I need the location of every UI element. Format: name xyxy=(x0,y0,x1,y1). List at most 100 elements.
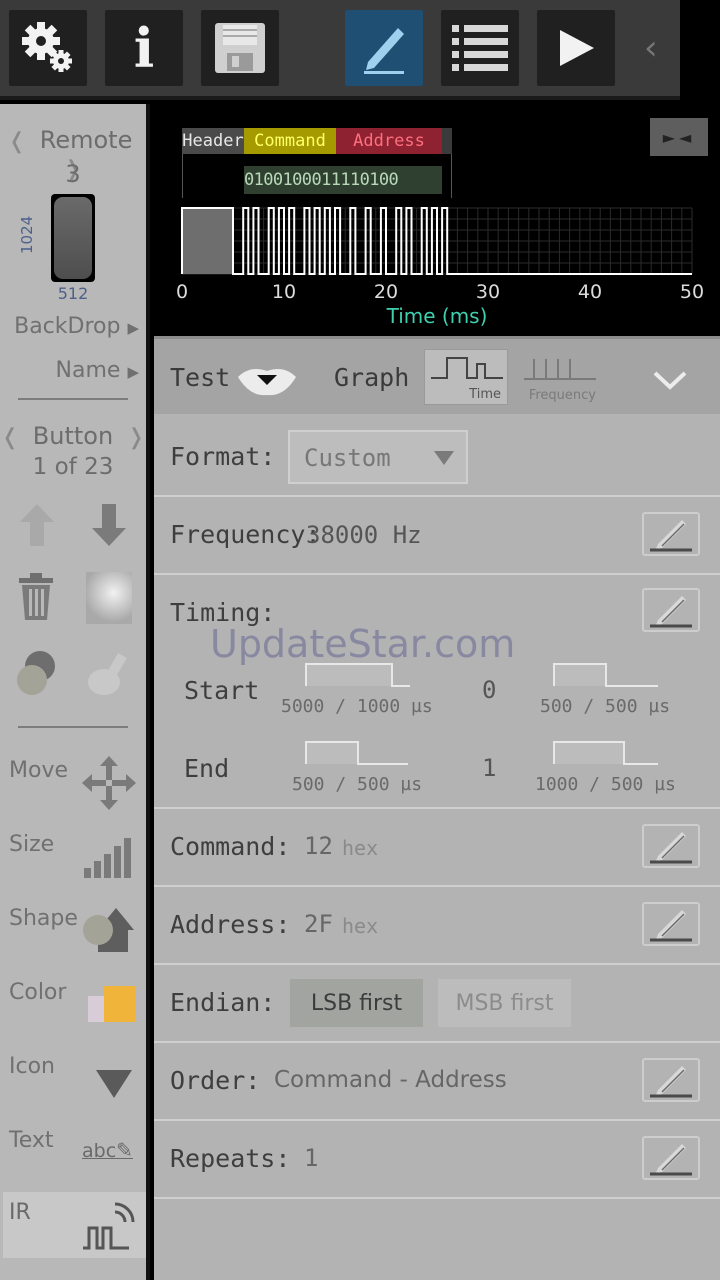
prev-button-icon[interactable]: ❬ xyxy=(1,425,19,450)
address-label: Address: xyxy=(170,910,291,939)
more-chevron-icon[interactable]: ‹ xyxy=(644,28,658,68)
name-menu[interactable]: Name ▶ xyxy=(9,358,139,383)
edit-timing-button[interactable] xyxy=(642,588,700,632)
divider xyxy=(154,1041,720,1043)
waveform: 0 10 20 30 40 50 xyxy=(176,207,704,303)
settings-button[interactable] xyxy=(9,10,87,86)
edit-repeats-button[interactable] xyxy=(642,1136,700,1180)
sidebar: ❬ Remote ❭ 3 1024 512 BackDrop ▶ Name ▶ … xyxy=(0,104,150,1280)
pencil-icon xyxy=(650,596,692,628)
trash-icon[interactable] xyxy=(16,572,56,622)
ir-signal-icon xyxy=(83,1202,135,1250)
list-button[interactable] xyxy=(441,10,519,86)
start-mark-pulse xyxy=(305,663,410,687)
size-bars-icon[interactable] xyxy=(82,836,134,880)
tool-ir[interactable]: IR xyxy=(3,1192,146,1258)
format-select[interactable]: Custom xyxy=(288,430,468,484)
tool-move-label: Move xyxy=(9,758,68,783)
frequency-bars-icon xyxy=(524,359,596,380)
start-bit: 0 xyxy=(482,676,497,704)
remote-preview[interactable] xyxy=(51,194,95,282)
address-unit: hex xyxy=(342,914,379,938)
ir-waveform-graph: Header Command Address 0100100011110100 … xyxy=(154,104,720,336)
lsb-first-label: LSB first xyxy=(310,990,403,1016)
backdrop-label: BackDrop xyxy=(14,314,121,339)
move-up-icon[interactable] xyxy=(18,502,56,548)
repeats-label: Repeats: xyxy=(170,1144,291,1173)
pencil-icon xyxy=(364,28,404,74)
tool-size-label: Size xyxy=(9,832,55,857)
end-space-pulse xyxy=(553,741,658,765)
command-unit: hex xyxy=(342,836,379,860)
color-palette-icon[interactable] xyxy=(86,982,138,1026)
edit-button[interactable] xyxy=(345,10,423,86)
msb-first-button[interactable]: MSB first xyxy=(438,979,571,1027)
divider xyxy=(18,398,128,400)
brush-icon[interactable] xyxy=(84,648,134,700)
address-value: 2F xyxy=(304,910,333,938)
x-axis-label: Time (ms) xyxy=(386,304,488,328)
divider xyxy=(154,1197,720,1199)
tool-ir-label: IR xyxy=(9,1200,31,1225)
divider xyxy=(154,1119,720,1121)
triangle-right-icon: ▶ xyxy=(127,363,139,381)
frequency-label: Frequency xyxy=(528,388,596,403)
height-dimension: 1024 xyxy=(18,215,36,254)
frequency-value: 38000 Hz xyxy=(306,521,422,549)
repeats-value: 1 xyxy=(304,1144,319,1172)
save-icon xyxy=(215,23,265,73)
x-tick-label: 10 xyxy=(272,281,296,303)
order-label: Order: xyxy=(170,1066,261,1095)
move-down-icon[interactable] xyxy=(90,502,128,548)
divider xyxy=(154,963,720,965)
next-button-icon[interactable]: ❭ xyxy=(127,425,145,450)
header-pulse xyxy=(182,208,233,274)
lsb-first-button[interactable]: LSB first xyxy=(290,979,423,1027)
divider xyxy=(18,726,128,728)
divider xyxy=(154,495,720,497)
view-tabs: Test Graph Time Frequency xyxy=(154,336,720,414)
name-label: Name xyxy=(55,358,121,383)
tool-icon-label: Icon xyxy=(9,1054,55,1079)
play-button[interactable] xyxy=(537,10,615,86)
frequency-field-label: Frequency: xyxy=(170,520,321,549)
button-selector[interactable]: ❬ Button ❭ xyxy=(0,422,146,450)
image-icon[interactable] xyxy=(86,572,132,624)
save-button[interactable] xyxy=(201,10,279,86)
text-abc-icon[interactable]: abc✎ xyxy=(82,1138,133,1162)
list-icon xyxy=(452,25,508,71)
command-value: 12 xyxy=(304,832,333,860)
format-value: Custom xyxy=(304,444,391,472)
shape-order-icon[interactable] xyxy=(14,648,60,698)
edit-address-button[interactable] xyxy=(642,902,700,946)
shapes-icon[interactable] xyxy=(80,904,136,958)
prev-remote-icon[interactable]: ❬ xyxy=(8,129,26,154)
tab-test[interactable]: Test xyxy=(170,363,230,392)
start-space-value: 500 / 500 µs xyxy=(540,696,671,717)
tool-text-label: Text xyxy=(9,1128,54,1153)
end-bit: 1 xyxy=(482,754,497,782)
tab-graph[interactable]: Graph xyxy=(334,363,409,392)
time-view-button[interactable]: Time xyxy=(424,349,508,405)
move-arrows-icon[interactable] xyxy=(80,754,138,812)
format-label: Format: xyxy=(170,442,276,471)
button-count: 1 of 23 xyxy=(32,454,114,480)
edit-order-button[interactable] xyxy=(642,1058,700,1102)
triangle-down-icon[interactable] xyxy=(94,1066,134,1100)
edit-command-button[interactable] xyxy=(642,824,700,868)
chevron-down-icon[interactable] xyxy=(652,369,688,391)
end-space-value: 1000 / 500 µs xyxy=(535,774,676,795)
x-tick-label: 40 xyxy=(578,281,602,303)
triangle-right-icon: ▶ xyxy=(127,319,139,337)
remote-label: Remote xyxy=(39,126,133,154)
end-label: End xyxy=(184,754,230,783)
edit-frequency-button[interactable] xyxy=(642,512,700,556)
test-mouth-icon[interactable] xyxy=(236,361,298,401)
endian-label: Endian: xyxy=(170,988,276,1017)
end-mark-pulse xyxy=(305,741,408,765)
frequency-view-button[interactable]: Frequency xyxy=(518,349,602,405)
start-space-pulse xyxy=(553,663,658,687)
info-button[interactable]: i xyxy=(105,10,183,86)
backdrop-menu[interactable]: BackDrop ▶ xyxy=(9,314,139,339)
time-label: Time xyxy=(469,387,501,402)
